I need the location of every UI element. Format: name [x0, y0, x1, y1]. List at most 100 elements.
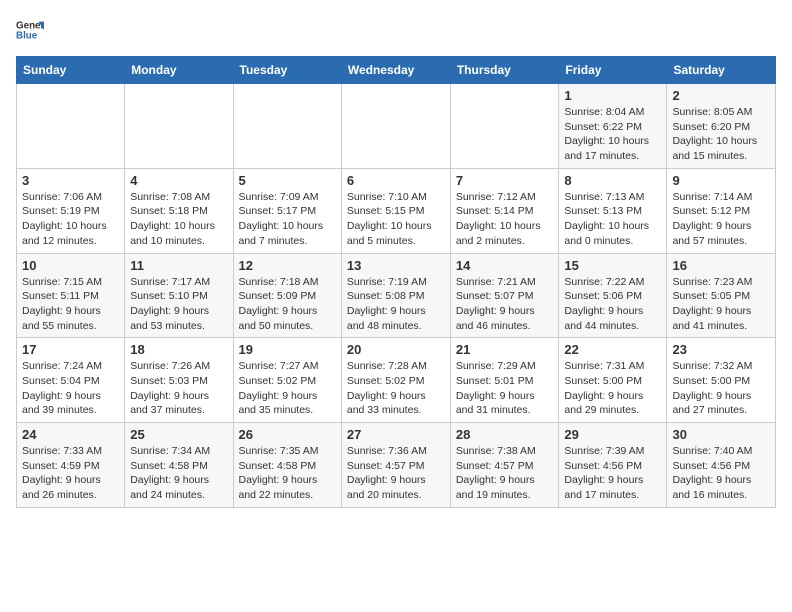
day-number: 14	[456, 258, 554, 273]
day-info: Sunrise: 7:08 AM Sunset: 5:18 PM Dayligh…	[130, 190, 227, 249]
day-number: 26	[239, 427, 336, 442]
day-number: 20	[347, 342, 445, 357]
day-info: Sunrise: 7:26 AM Sunset: 5:03 PM Dayligh…	[130, 359, 227, 418]
calendar-cell: 14 Sunrise: 7:21 AM Sunset: 5:07 PM Dayli…	[450, 253, 559, 338]
calendar-cell: 18 Sunrise: 7:26 AM Sunset: 5:03 PM Dayli…	[125, 338, 233, 423]
day-info: Sunrise: 7:38 AM Sunset: 4:57 PM Dayligh…	[456, 444, 554, 503]
calendar-cell: 17 Sunrise: 7:24 AM Sunset: 5:04 PM Dayli…	[17, 338, 125, 423]
day-number: 21	[456, 342, 554, 357]
weekday-header: Friday	[559, 57, 667, 84]
day-number: 1	[564, 88, 661, 103]
day-info: Sunrise: 7:29 AM Sunset: 5:01 PM Dayligh…	[456, 359, 554, 418]
calendar-cell: 2 Sunrise: 8:05 AM Sunset: 6:20 PM Daylig…	[667, 84, 776, 169]
day-info: Sunrise: 7:27 AM Sunset: 5:02 PM Dayligh…	[239, 359, 336, 418]
day-info: Sunrise: 7:15 AM Sunset: 5:11 PM Dayligh…	[22, 275, 119, 334]
day-number: 5	[239, 173, 336, 188]
day-number: 13	[347, 258, 445, 273]
day-info: Sunrise: 7:13 AM Sunset: 5:13 PM Dayligh…	[564, 190, 661, 249]
calendar-cell: 30 Sunrise: 7:40 AM Sunset: 4:56 PM Dayli…	[667, 423, 776, 508]
weekday-header: Saturday	[667, 57, 776, 84]
day-number: 27	[347, 427, 445, 442]
day-info: Sunrise: 7:19 AM Sunset: 5:08 PM Dayligh…	[347, 275, 445, 334]
calendar-table: SundayMondayTuesdayWednesdayThursdayFrid…	[16, 56, 776, 508]
logo-icon: General Blue	[16, 16, 44, 44]
calendar-cell: 11Sunrise: 7:17 AM Sunset: 5:10 PM Dayli…	[125, 253, 233, 338]
day-number: 3	[22, 173, 119, 188]
calendar-cell: 3Sunrise: 7:06 AM Sunset: 5:19 PM Daylig…	[17, 168, 125, 253]
weekday-header: Thursday	[450, 57, 559, 84]
day-info: Sunrise: 7:32 AM Sunset: 5:00 PM Dayligh…	[672, 359, 770, 418]
calendar-cell	[17, 84, 125, 169]
calendar-cell: 12 Sunrise: 7:18 AM Sunset: 5:09 PM Dayli…	[233, 253, 341, 338]
day-number: 29	[564, 427, 661, 442]
calendar-cell: 25 Sunrise: 7:34 AM Sunset: 4:58 PM Dayli…	[125, 423, 233, 508]
calendar-cell	[450, 84, 559, 169]
calendar-cell: 13 Sunrise: 7:19 AM Sunset: 5:08 PM Dayli…	[341, 253, 450, 338]
day-info: Sunrise: 8:05 AM Sunset: 6:20 PM Dayligh…	[672, 105, 770, 164]
day-number: 2	[672, 88, 770, 103]
calendar-cell	[125, 84, 233, 169]
day-number: 24	[22, 427, 119, 442]
calendar-cell: 6 Sunrise: 7:10 AM Sunset: 5:15 PM Daylig…	[341, 168, 450, 253]
calendar-cell: 15 Sunrise: 7:22 AM Sunset: 5:06 PM Dayli…	[559, 253, 667, 338]
calendar-cell: 16 Sunrise: 7:23 AM Sunset: 5:05 PM Dayli…	[667, 253, 776, 338]
day-number: 17	[22, 342, 119, 357]
day-info: Sunrise: 7:23 AM Sunset: 5:05 PM Dayligh…	[672, 275, 770, 334]
calendar-cell: 20 Sunrise: 7:28 AM Sunset: 5:02 PM Dayli…	[341, 338, 450, 423]
day-info: Sunrise: 7:35 AM Sunset: 4:58 PM Dayligh…	[239, 444, 336, 503]
calendar-cell: 5 Sunrise: 7:09 AM Sunset: 5:17 PM Daylig…	[233, 168, 341, 253]
day-number: 10	[22, 258, 119, 273]
calendar-cell: 7 Sunrise: 7:12 AM Sunset: 5:14 PM Daylig…	[450, 168, 559, 253]
day-number: 12	[239, 258, 336, 273]
day-number: 19	[239, 342, 336, 357]
day-number: 6	[347, 173, 445, 188]
weekday-header: Wednesday	[341, 57, 450, 84]
weekday-header: Sunday	[17, 57, 125, 84]
weekday-header: Monday	[125, 57, 233, 84]
day-info: Sunrise: 7:31 AM Sunset: 5:00 PM Dayligh…	[564, 359, 661, 418]
day-number: 8	[564, 173, 661, 188]
calendar-cell: 8 Sunrise: 7:13 AM Sunset: 5:13 PM Daylig…	[559, 168, 667, 253]
day-info: Sunrise: 7:36 AM Sunset: 4:57 PM Dayligh…	[347, 444, 445, 503]
day-number: 22	[564, 342, 661, 357]
day-info: Sunrise: 7:40 AM Sunset: 4:56 PM Dayligh…	[672, 444, 770, 503]
day-info: Sunrise: 7:34 AM Sunset: 4:58 PM Dayligh…	[130, 444, 227, 503]
day-number: 7	[456, 173, 554, 188]
day-info: Sunrise: 7:10 AM Sunset: 5:15 PM Dayligh…	[347, 190, 445, 249]
day-info: Sunrise: 7:12 AM Sunset: 5:14 PM Dayligh…	[456, 190, 554, 249]
day-info: Sunrise: 7:21 AM Sunset: 5:07 PM Dayligh…	[456, 275, 554, 334]
day-info: Sunrise: 7:28 AM Sunset: 5:02 PM Dayligh…	[347, 359, 445, 418]
day-info: Sunrise: 7:18 AM Sunset: 5:09 PM Dayligh…	[239, 275, 336, 334]
calendar-cell: 19 Sunrise: 7:27 AM Sunset: 5:02 PM Dayli…	[233, 338, 341, 423]
calendar-cell: 24 Sunrise: 7:33 AM Sunset: 4:59 PM Dayli…	[17, 423, 125, 508]
calendar-cell: 10 Sunrise: 7:15 AM Sunset: 5:11 PM Dayli…	[17, 253, 125, 338]
calendar-cell	[233, 84, 341, 169]
day-number: 9	[672, 173, 770, 188]
calendar-cell: 4 Sunrise: 7:08 AM Sunset: 5:18 PM Daylig…	[125, 168, 233, 253]
day-number: 25	[130, 427, 227, 442]
day-info: Sunrise: 8:04 AM Sunset: 6:22 PM Dayligh…	[564, 105, 661, 164]
day-info: Sunrise: 7:39 AM Sunset: 4:56 PM Dayligh…	[564, 444, 661, 503]
day-number: 23	[672, 342, 770, 357]
day-info: Sunrise: 7:24 AM Sunset: 5:04 PM Dayligh…	[22, 359, 119, 418]
day-number: 18	[130, 342, 227, 357]
day-number: 16	[672, 258, 770, 273]
day-number: 30	[672, 427, 770, 442]
calendar-cell	[341, 84, 450, 169]
day-number: 11	[130, 258, 227, 273]
svg-text:Blue: Blue	[16, 30, 38, 41]
page-header: General Blue	[16, 16, 776, 44]
day-info: Sunrise: 7:09 AM Sunset: 5:17 PM Dayligh…	[239, 190, 336, 249]
calendar-cell: 28 Sunrise: 7:38 AM Sunset: 4:57 PM Dayli…	[450, 423, 559, 508]
calendar-cell: 1 Sunrise: 8:04 AM Sunset: 6:22 PM Daylig…	[559, 84, 667, 169]
calendar-cell: 26 Sunrise: 7:35 AM Sunset: 4:58 PM Dayli…	[233, 423, 341, 508]
day-number: 15	[564, 258, 661, 273]
day-info: Sunrise: 7:22 AM Sunset: 5:06 PM Dayligh…	[564, 275, 661, 334]
logo: General Blue	[16, 16, 44, 44]
day-number: 4	[130, 173, 227, 188]
calendar-cell: 22 Sunrise: 7:31 AM Sunset: 5:00 PM Dayli…	[559, 338, 667, 423]
weekday-header: Tuesday	[233, 57, 341, 84]
day-info: Sunrise: 7:14 AM Sunset: 5:12 PM Dayligh…	[672, 190, 770, 249]
day-info: Sunrise: 7:33 AM Sunset: 4:59 PM Dayligh…	[22, 444, 119, 503]
day-number: 28	[456, 427, 554, 442]
